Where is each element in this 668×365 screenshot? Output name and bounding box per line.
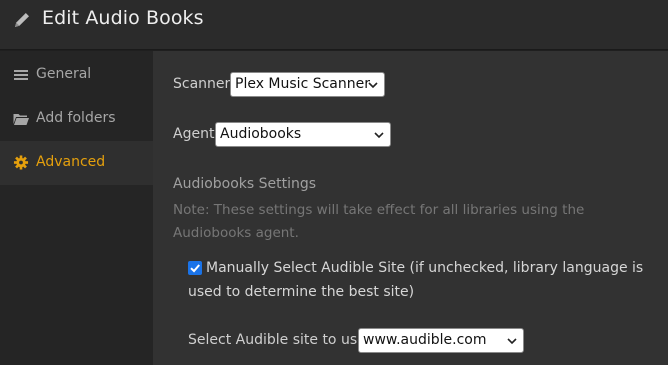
sidebar-item-advanced[interactable]: Advanced — [0, 141, 153, 185]
manual-select-label: Manually Select Audible Site (if uncheck… — [188, 260, 644, 300]
section-title: Audiobooks Settings — [173, 176, 317, 192]
agent-label: Agent — [173, 126, 215, 142]
agent-value: Audiobooks — [220, 126, 302, 142]
folder-icon — [13, 114, 29, 125]
audible-site-label: Select Audible site to use: — [188, 332, 371, 348]
settings-note: Note: These settings will take effect fo… — [173, 202, 585, 241]
pencil-icon — [15, 13, 29, 27]
sidebar-item-general[interactable]: General — [0, 53, 153, 97]
settings-panel: Scanner Plex Music Scanner Agent Audiobo… — [153, 51, 668, 365]
chevron-down-icon — [507, 338, 517, 345]
list-icon — [14, 70, 28, 80]
manual-select-checkbox[interactable] — [188, 261, 202, 275]
checkmark-icon — [190, 264, 200, 273]
modal-title: Edit Audio Books — [42, 7, 204, 29]
agent-select[interactable]: Audiobooks — [215, 122, 391, 147]
audible-site-select[interactable]: www.audible.com — [358, 328, 524, 353]
sidebar-item-label: Add folders — [36, 110, 116, 126]
audible-site-value: www.audible.com — [363, 332, 487, 348]
chevron-down-icon — [374, 132, 384, 139]
chevron-down-icon — [368, 82, 378, 89]
sidebar-item-label: Advanced — [36, 154, 106, 170]
scanner-value: Plex Music Scanner — [235, 76, 370, 92]
modal-header: Edit Audio Books — [0, 0, 668, 50]
scanner-label: Scanner — [173, 76, 231, 92]
scanner-select[interactable]: Plex Music Scanner — [230, 72, 385, 97]
gear-icon — [13, 155, 29, 170]
sidebar: General Add folders Advanced — [0, 51, 153, 365]
sidebar-item-add-folders[interactable]: Add folders — [0, 97, 153, 141]
sidebar-item-label: General — [36, 66, 92, 82]
